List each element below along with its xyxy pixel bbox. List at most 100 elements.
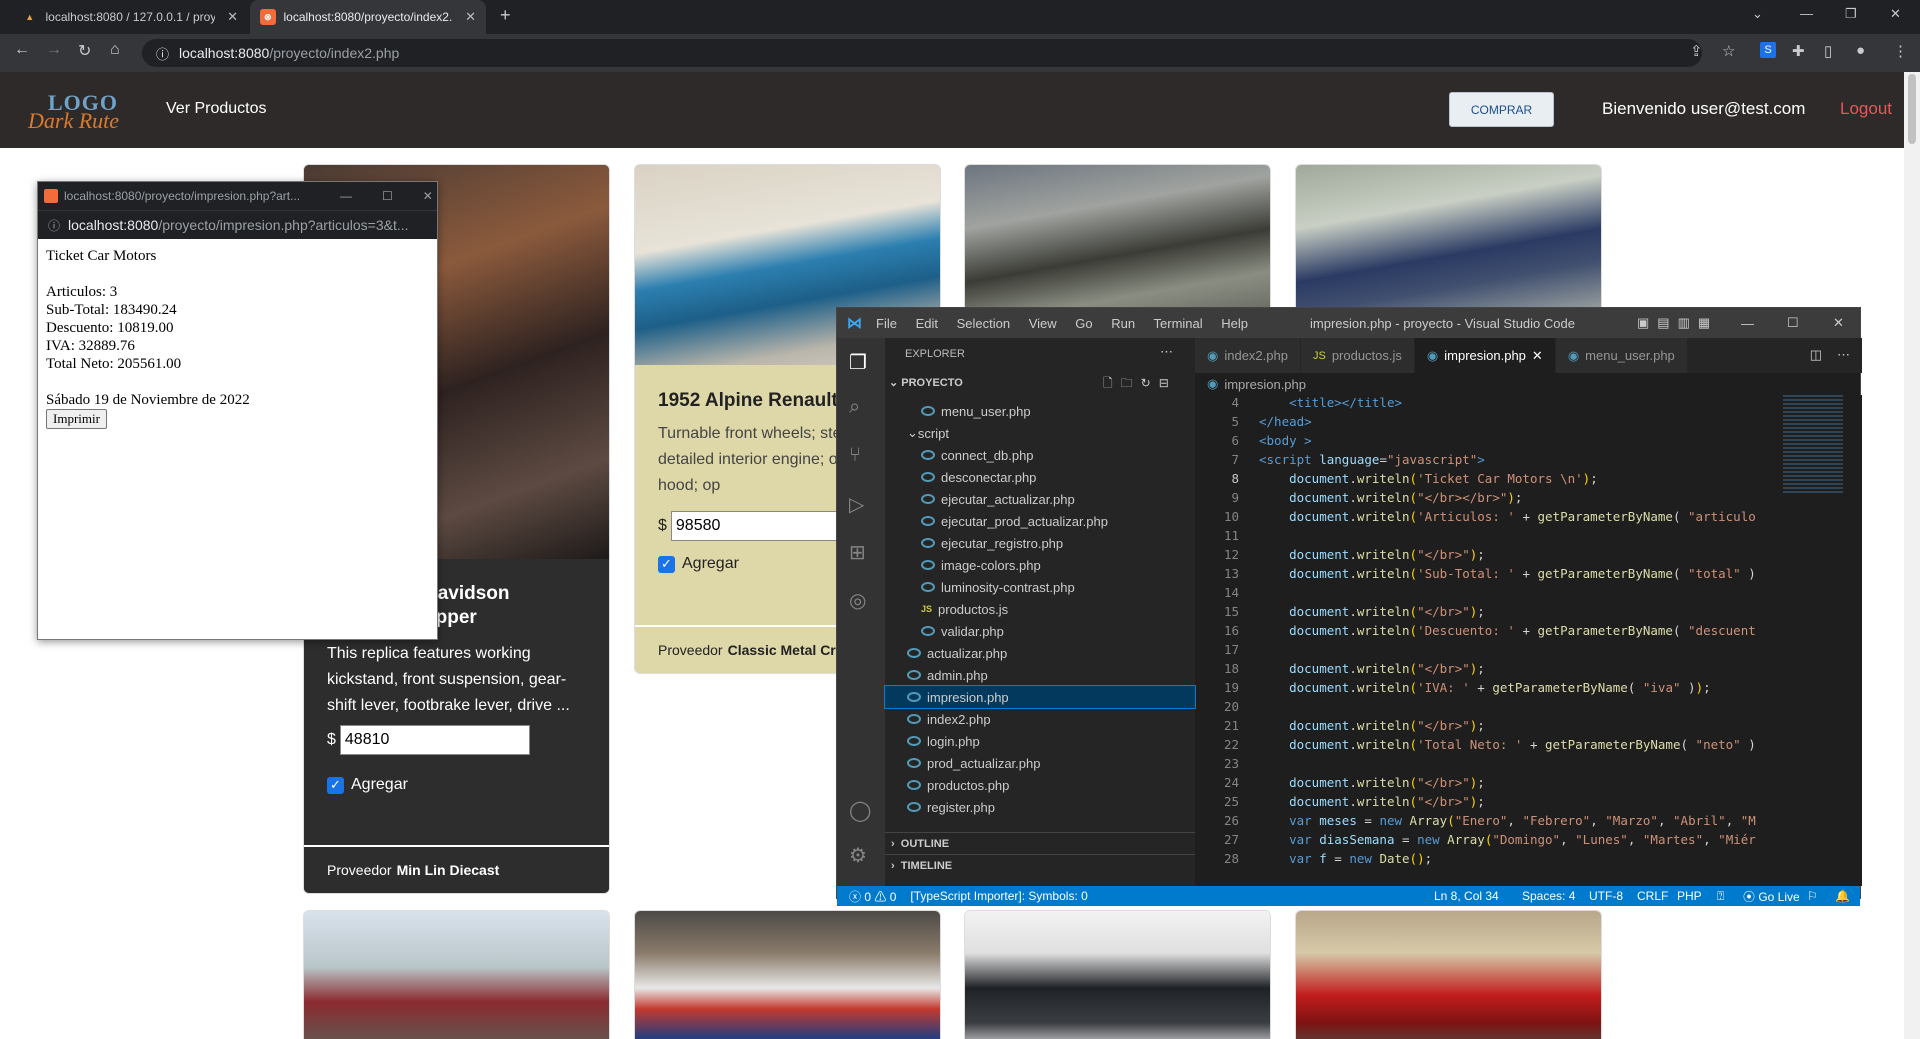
- back-icon[interactable]: ←: [14, 41, 30, 59]
- close-icon[interactable]: ✕: [423, 189, 433, 203]
- sidepanel-icon[interactable]: ▯: [1824, 42, 1832, 60]
- file-tree-item[interactable]: ejecutar_prod_actualizar.php: [885, 510, 1195, 532]
- reload-icon[interactable]: ↻: [78, 41, 91, 61]
- file-tree-item[interactable]: connect_db.php: [885, 444, 1195, 466]
- timeline-section[interactable]: › TIMELINE: [885, 854, 1195, 876]
- file-tree-item[interactable]: ejecutar_actualizar.php: [885, 488, 1195, 510]
- menu-go[interactable]: Go: [1075, 316, 1092, 331]
- status-encoding[interactable]: UTF-8: [1589, 889, 1623, 903]
- accounts-icon[interactable]: ⚐: [1807, 889, 1818, 903]
- info-icon[interactable]: ⓘ: [156, 44, 169, 63]
- file-tree-item[interactable]: ⌄ script: [885, 422, 1195, 444]
- menu-edit[interactable]: Edit: [916, 316, 938, 331]
- file-tree-item[interactable]: login.php: [885, 730, 1195, 752]
- site-logo[interactable]: LOGO Dark Rute: [18, 90, 128, 134]
- file-tree-item[interactable]: desconectar.php: [885, 466, 1195, 488]
- tab-productos-js[interactable]: JS productos.js: [1300, 338, 1415, 373]
- popup-address-bar[interactable]: ⓘ localhost:8080/proyecto/impresion.php?…: [38, 210, 437, 239]
- minimize-icon[interactable]: —: [1741, 316, 1754, 331]
- bookmark-star-icon[interactable]: ☆: [1722, 42, 1735, 60]
- menu-run[interactable]: Run: [1111, 316, 1135, 331]
- file-tree-item[interactable]: register.php: [885, 796, 1195, 818]
- scrollbar-thumb[interactable]: [1908, 74, 1916, 144]
- price-input[interactable]: [339, 725, 530, 755]
- restore-icon[interactable]: ☐: [1787, 315, 1799, 331]
- file-tree-item[interactable]: prod_actualizar.php: [885, 752, 1195, 774]
- status-eol[interactable]: CRLF: [1637, 889, 1668, 903]
- file-tree-item[interactable]: impresion.php: [884, 685, 1196, 709]
- price-input[interactable]: [670, 511, 861, 541]
- extension-icon[interactable]: S: [1760, 42, 1776, 58]
- menu-icon[interactable]: ⋮: [1893, 42, 1908, 60]
- status-importer[interactable]: [TypeScript Importer]: Symbols: 0: [910, 889, 1087, 903]
- browser-tab-index2[interactable]: ⊗ localhost:8080/proyecto/index2.p ✕: [250, 0, 486, 34]
- problems-indicator[interactable]: ⓧ 0 ⚠ 0: [849, 888, 896, 905]
- run-debug-icon[interactable]: ▷: [849, 492, 864, 517]
- file-tree-item[interactable]: luminosity-contrast.php: [885, 576, 1195, 598]
- split-editor-icon[interactable]: ◫: [1810, 347, 1822, 363]
- file-tree-item[interactable]: admin.php: [885, 664, 1195, 686]
- project-header[interactable]: ⌄ PROYECTO: [889, 376, 963, 389]
- file-tree-item[interactable]: productos.php: [885, 774, 1195, 796]
- account-icon[interactable]: ◯: [849, 798, 871, 823]
- go-live-button[interactable]: ⦿ Go Live: [1729, 888, 1800, 905]
- status-indentation[interactable]: Spaces: 4: [1522, 889, 1575, 903]
- explorer-icon[interactable]: ❐: [849, 350, 867, 375]
- home-icon[interactable]: ⌂: [110, 41, 120, 59]
- more-actions-icon[interactable]: ⋯: [1837, 347, 1850, 363]
- minimap[interactable]: [1775, 395, 1862, 886]
- close-icon[interactable]: ✕: [1532, 348, 1543, 364]
- add-checkbox[interactable]: ✓ Agregar: [327, 776, 408, 794]
- imprimir-button[interactable]: Imprimir: [46, 409, 107, 429]
- file-tree-item[interactable]: index2.php: [885, 708, 1195, 730]
- tab-menu-user[interactable]: ◉ menu_user.php: [1555, 338, 1688, 373]
- restore-icon[interactable]: ☐: [382, 189, 393, 203]
- remote-icon[interactable]: ◎: [849, 588, 866, 613]
- restore-icon[interactable]: ❐: [1845, 6, 1857, 22]
- browser-tab-phpmyadmin[interactable]: ▲ localhost:8080 / 127.0.0.1 / proye ✕: [12, 0, 248, 34]
- close-icon[interactable]: ✕: [227, 9, 238, 25]
- share-icon[interactable]: ⇪: [1690, 42, 1703, 60]
- layout-icons[interactable]: ▣▤▥▦: [1637, 315, 1718, 331]
- file-tree-item[interactable]: validar.php: [885, 620, 1195, 642]
- file-tree-item[interactable]: menu_user.php: [885, 400, 1195, 422]
- menu-selection[interactable]: Selection: [957, 316, 1010, 331]
- file-tree-item[interactable]: JS productos.js: [885, 598, 1195, 620]
- status-language[interactable]: PHP: [1677, 889, 1702, 903]
- more-actions-icon[interactable]: ⋯: [1160, 344, 1173, 360]
- outline-section[interactable]: › OUTLINE: [885, 832, 1195, 854]
- menu-file[interactable]: File: [876, 316, 897, 331]
- file-tree-item[interactable]: image-colors.php: [885, 554, 1195, 576]
- address-bar[interactable]: ⓘ localhost:8080/proyecto/index2.php: [142, 39, 1702, 67]
- menu-terminal[interactable]: Terminal: [1154, 316, 1203, 331]
- menu-view[interactable]: View: [1029, 316, 1057, 331]
- comprar-button[interactable]: COMPRAR: [1449, 92, 1554, 127]
- search-icon[interactable]: ⌕: [849, 396, 860, 419]
- nav-ver-productos[interactable]: Ver Productos: [166, 100, 267, 118]
- close-icon[interactable]: ✕: [465, 9, 476, 25]
- logout-link[interactable]: Logout: [1840, 99, 1892, 119]
- feedback-icon[interactable]: ⍰: [1717, 889, 1724, 904]
- minimize-icon[interactable]: —: [1800, 6, 1813, 21]
- tab-impresion[interactable]: ◉ impresion.php ✕: [1414, 338, 1556, 373]
- new-tab-icon[interactable]: +: [500, 5, 511, 26]
- add-checkbox[interactable]: ✓ Agregar: [658, 555, 739, 573]
- settings-gear-icon[interactable]: ⚙: [849, 843, 867, 868]
- code-editor[interactable]: 4 <title></title> 5 </head> 6 <body > 7 <sc…: [1195, 395, 1775, 886]
- breadcrumb[interactable]: ◉ impresion.php: [1195, 373, 1306, 395]
- profile-icon[interactable]: ●: [1856, 42, 1865, 59]
- explorer-actions[interactable]: 🗋🗀↻⊟: [1103, 374, 1177, 395]
- file-tree-item[interactable]: actualizar.php: [885, 642, 1195, 664]
- close-window-icon[interactable]: ✕: [1890, 6, 1901, 22]
- close-icon[interactable]: ✕: [1833, 315, 1844, 331]
- forward-icon[interactable]: →: [46, 41, 62, 59]
- menu-help[interactable]: Help: [1221, 316, 1248, 331]
- minimize-icon[interactable]: —: [340, 189, 352, 203]
- source-control-icon[interactable]: ⑂: [849, 444, 861, 467]
- chevron-down-icon[interactable]: ⌄: [1752, 6, 1763, 22]
- status-cursor-position[interactable]: Ln 8, Col 34: [1434, 889, 1499, 903]
- extensions-icon[interactable]: ⊞: [849, 540, 866, 565]
- page-scrollbar[interactable]: [1904, 72, 1920, 1039]
- tab-index2[interactable]: ◉ index2.php: [1195, 338, 1301, 373]
- puzzle-icon[interactable]: ✚: [1792, 42, 1805, 60]
